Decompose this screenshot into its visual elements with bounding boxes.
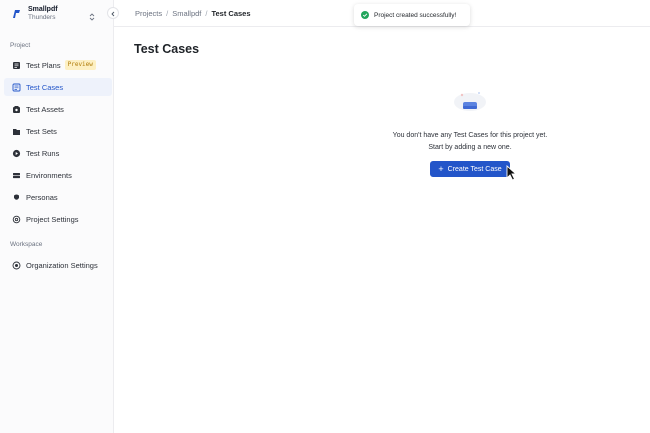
mouse-cursor-icon bbox=[506, 164, 518, 181]
breadcrumb-current: Test Cases bbox=[211, 9, 251, 18]
chevron-left-icon bbox=[110, 4, 116, 22]
sidebar-item-personas[interactable]: Personas bbox=[4, 188, 112, 206]
gear-icon bbox=[11, 214, 21, 224]
play-icon bbox=[11, 148, 21, 158]
server-icon bbox=[11, 170, 21, 180]
test-cases-icon bbox=[11, 82, 21, 92]
persona-icon bbox=[11, 192, 21, 202]
breadcrumb-separator: / bbox=[166, 9, 169, 18]
empty-state-text-line2: Start by adding a new one. bbox=[428, 144, 512, 151]
workspace-name: Smallpdf bbox=[28, 6, 58, 14]
sidebar-item-organization-settings[interactable]: Organization Settings bbox=[4, 256, 112, 274]
sidebar-item-label: Test Assets bbox=[26, 104, 64, 114]
sidebar-item-test-cases[interactable]: Test Cases bbox=[4, 78, 112, 96]
breadcrumb: Projects / Smallpdf / Test Cases bbox=[135, 9, 251, 18]
sidebar-item-label: Personas bbox=[26, 192, 58, 202]
sidebar-item-label: Test Cases bbox=[26, 82, 64, 92]
sidebar-item-label: Test Runs bbox=[26, 148, 60, 158]
workspace-section-label: Workspace bbox=[10, 241, 43, 248]
empty-state-text-line1: You don't have any Test Cases for this p… bbox=[392, 132, 548, 139]
sidebar-item-label: Test Sets bbox=[26, 126, 57, 136]
org-settings-icon bbox=[11, 260, 21, 270]
empty-state-illustration bbox=[452, 86, 488, 114]
breadcrumb-separator: / bbox=[205, 9, 208, 18]
sidebar-item-test-sets[interactable]: Test Sets bbox=[4, 122, 112, 140]
sidebar-item-test-assets[interactable]: Test Assets bbox=[4, 100, 112, 118]
toast-message: Project created successfully! bbox=[374, 11, 457, 19]
sidebar-item-label: Test Plans bbox=[26, 60, 61, 70]
plus-icon: + bbox=[438, 163, 444, 174]
sidebar: Smallpdf Thunders Project Test Plans Pre… bbox=[0, 0, 114, 433]
sidebar-item-project-settings[interactable]: Project Settings bbox=[4, 210, 112, 228]
project-section-label: Project bbox=[10, 42, 31, 49]
page-title: Test Cases bbox=[134, 42, 200, 56]
sidebar-item-label: Project Settings bbox=[26, 214, 79, 224]
breadcrumb-projects[interactable]: Projects bbox=[135, 9, 162, 18]
sidebar-item-label: Organization Settings bbox=[26, 260, 98, 270]
workspace-subtitle: Thunders bbox=[28, 14, 56, 22]
preview-badge: Preview bbox=[64, 60, 96, 70]
check-circle-icon bbox=[361, 6, 369, 24]
sidebar-item-test-runs[interactable]: Test Runs bbox=[4, 144, 112, 162]
create-test-case-button[interactable]: + Create Test Case bbox=[430, 161, 510, 177]
test-plans-icon bbox=[11, 60, 21, 70]
test-assets-icon bbox=[11, 104, 21, 114]
workspace-switcher[interactable]: Smallpdf Thunders bbox=[8, 4, 98, 24]
sidebar-item-test-plans[interactable]: Test Plans Preview bbox=[4, 56, 112, 74]
sidebar-item-environments[interactable]: Environments bbox=[4, 166, 112, 184]
chevron-up-down-icon bbox=[88, 9, 96, 21]
success-toast: Project created successfully! bbox=[354, 4, 470, 26]
folder-icon bbox=[11, 126, 21, 136]
breadcrumb-smallpdf[interactable]: Smallpdf bbox=[172, 9, 201, 18]
collapse-sidebar-button[interactable] bbox=[107, 7, 119, 19]
create-test-case-label: Create Test Case bbox=[447, 165, 502, 173]
workspace-logo-icon bbox=[8, 6, 24, 22]
sidebar-item-label: Environments bbox=[26, 170, 72, 180]
